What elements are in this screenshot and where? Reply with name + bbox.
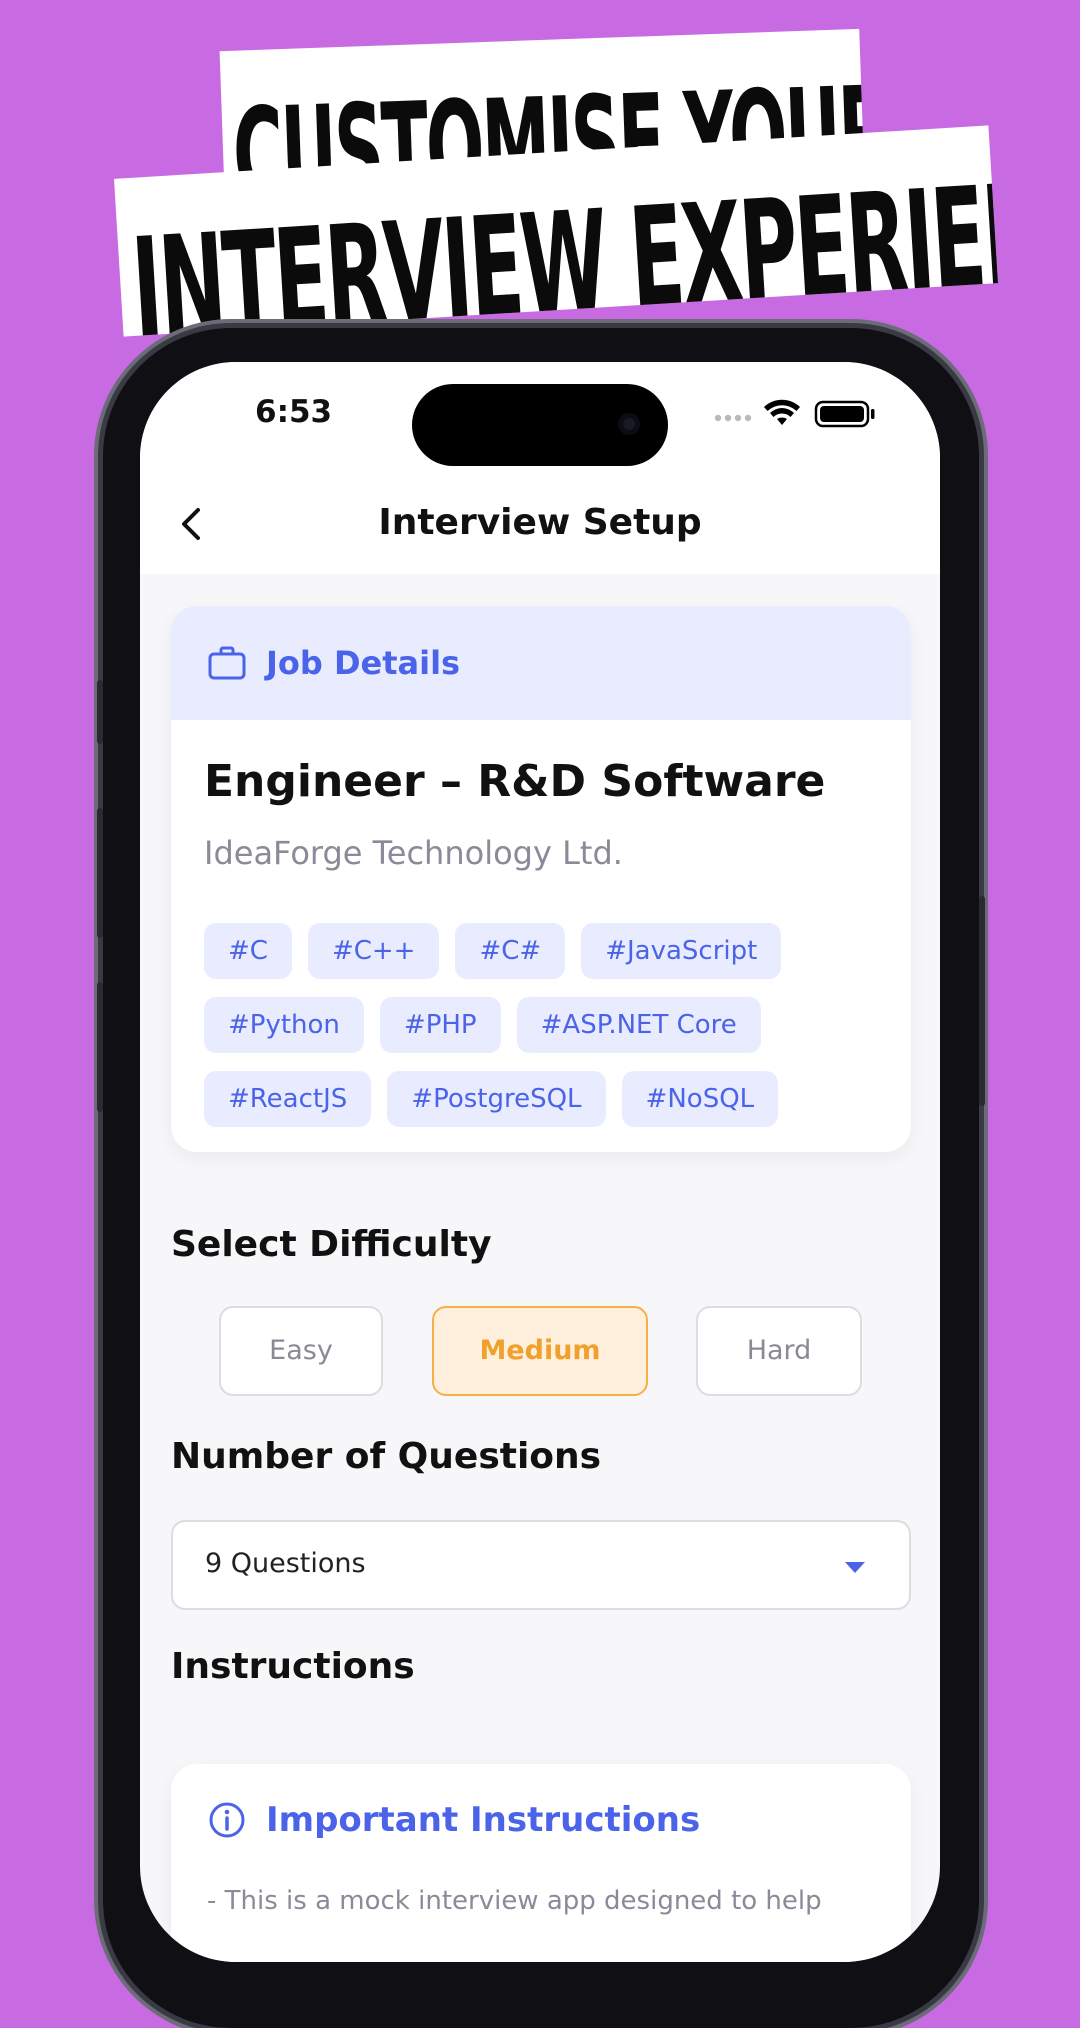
question-count-dropdown[interactable]: 9 Questions [171,1520,911,1610]
skill-tag-php: #PHP [379,997,501,1053]
status-time: 6:53 [255,394,333,430]
dynamic-island [412,384,668,466]
skill-tag-aspnet-core: #ASP.NET Core [516,997,761,1053]
front-camera [618,413,640,435]
info-icon [209,1802,245,1838]
skill-tag-cpp: #C++ [307,923,440,979]
phone-volume-up-button [97,808,103,938]
skill-tag-python: #Python [204,997,364,1053]
skill-tag-reactjs: #ReactJS [204,1071,372,1127]
skill-tag-nosql: #NoSQL [621,1071,779,1127]
battery-icon [814,400,875,428]
job-details-label: Job Details [266,644,461,682]
instructions-section-title: Instructions [171,1646,415,1687]
status-icons [714,399,875,428]
job-details-header: Job Details [171,606,911,720]
skill-tag-c: #C [204,923,292,979]
app-header: 6:53 Interview Setup [140,362,940,574]
job-details-card: Job Details Engineer – R&D Software Idea… [171,606,911,1152]
difficulty-section-title: Select Difficulty [171,1224,492,1265]
wifi-icon [764,399,800,425]
difficulty-hard-button[interactable]: Hard [696,1306,862,1396]
skill-tag-postgresql: #PostgreSQL [387,1071,606,1127]
phone-power-button [979,896,985,1106]
skill-tag-csharp: #C# [455,923,566,979]
instructions-card: Important Instructions - This is a mock … [171,1764,911,1962]
signal-dots-icon [714,414,752,422]
page-title: Interview Setup [378,502,702,543]
job-title: Engineer – R&D Software [204,756,826,807]
skill-tags: #C #C++ #C# #JavaScript #Python #PHP #AS… [204,923,904,1127]
difficulty-medium-button[interactable]: Medium [432,1306,648,1396]
phone-screen: 6:53 Interview Setup Job Details Enginee… [140,362,940,1962]
skill-tag-javascript: #JavaScript [581,923,782,979]
instructions-text: - This is a mock interview app designed … [207,1886,822,1916]
caret-down-icon [845,1562,865,1573]
instructions-card-title: Important Instructions [266,1800,701,1840]
company-name: IdeaForge Technology Ltd. [204,834,623,872]
questions-section-title: Number of Questions [171,1436,602,1477]
phone-volume-down-button [97,982,103,1112]
difficulty-easy-button[interactable]: Easy [219,1306,383,1396]
phone-action-button [97,680,103,744]
briefcase-icon [208,646,246,680]
question-count-value: 9 Questions [205,1548,366,1579]
